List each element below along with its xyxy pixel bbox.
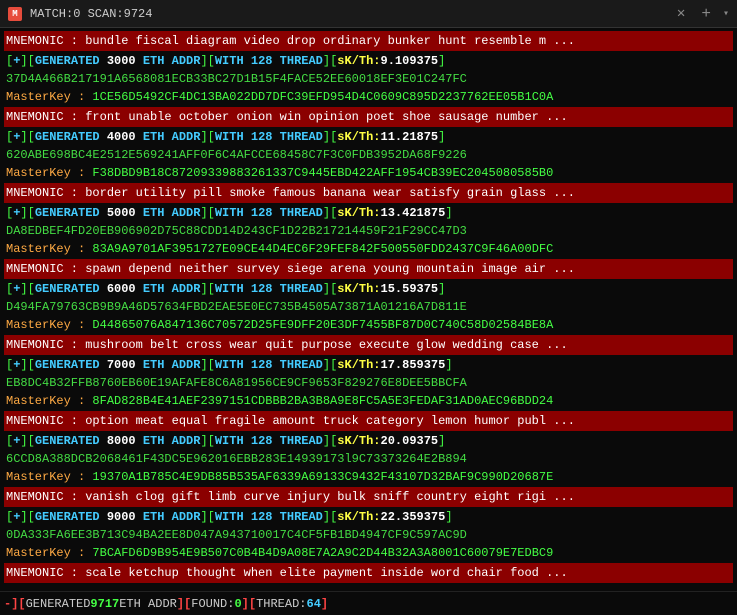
mnemonic-text-7: MNEMONIC : vanish clog gift limb curve i… <box>6 490 575 504</box>
title-text: MATCH:0 SCAN:9724 <box>30 7 665 21</box>
statusbar: -][ GENERATED 9717 ETH ADDR ][FOUND:0][T… <box>0 591 737 615</box>
hash-line-5: EB8DC4B32FFB8760EB60E19AFAFE8C6A81956CE9… <box>4 374 733 392</box>
hash-line-6: 6CCD8A388DCB2068461F43DC5E962016EBB283E1… <box>4 450 733 468</box>
mnemonic-line-7: MNEMONIC : vanish clog gift limb curve i… <box>4 487 733 507</box>
hash-line-7: 0DA333FA6EE3B713C94BA2EE8D047A943710017C… <box>4 526 733 544</box>
mnemonic-line-6: MNEMONIC : option meat equal fragile amo… <box>4 411 733 431</box>
new-tab-button[interactable]: + <box>697 5 715 23</box>
masterkey-val-7: 7BCAFD6D9B954E9B507C0B4B4D9A08E7A2A9C2D4… <box>92 546 553 560</box>
mnemonic-line-1: MNEMONIC : bundle fiscal diagram video d… <box>4 31 733 51</box>
mnemonic-line-3: MNEMONIC : border utility pill smoke fam… <box>4 183 733 203</box>
hash-text-7: 0DA333FA6EE3B713C94BA2EE8D047A943710017C… <box>6 528 467 542</box>
hash-text-3: DA8EDBEF4FD20EB906902D75C88CDD14D243CF1D… <box>6 224 467 238</box>
masterkey-val-4: D44865076A847136C70572D25FE9DFF20E3DF745… <box>92 318 553 332</box>
mnemonic-text-4: MNEMONIC : spawn depend neither survey s… <box>6 262 575 276</box>
hash-text-2: 620ABE698BC4E2512E569241AFF0F6C4AFCCE684… <box>6 148 467 162</box>
masterkey-line-5: MasterKey : 8FAD828B4E41AEF2397151CDBBB2… <box>4 392 733 410</box>
masterkey-line-4: MasterKey : D44865076A847136C70572D25FE9… <box>4 316 733 334</box>
mnemonic-line-5: MNEMONIC : mushroom belt cross wear quit… <box>4 335 733 355</box>
masterkey-val-5: 8FAD828B4E41AEF2397151CDBBB2BA3B8A9E8FC5… <box>92 394 553 408</box>
hash-text-5: EB8DC4B32FFB8760EB60E19AFAFE8C6A81956CE9… <box>6 376 467 390</box>
masterkey-val-3: 83A9A9701AF3951727E09CE44D4EC6F29FEF842F… <box>92 242 553 256</box>
hash-text-6: 6CCD8A388DCB2068461F43DC5E962016EBB283E1… <box>6 452 467 466</box>
masterkey-val-6: 19370A1B785C4E9DB85B535AF6339A69133C9432… <box>92 470 553 484</box>
hash-line-2: 620ABE698BC4E2512E569241AFF0F6C4AFCCE684… <box>4 146 733 164</box>
masterkey-line-1: MasterKey : 1CE56D5492CF4DC13BA022DD7DFC… <box>4 88 733 106</box>
titlebar: M MATCH:0 SCAN:9724 ✕ + ▾ <box>0 0 737 28</box>
masterkey-val-2: F38DBD9B18C87209339883261337C9445EBD422A… <box>92 166 553 180</box>
hash-line-3: DA8EDBEF4FD20EB906902D75C88CDD14D243CF1D… <box>4 222 733 240</box>
close-button[interactable]: ✕ <box>673 5 689 22</box>
masterkey-val-1: 1CE56D5492CF4DC13BA022DD7DFC39EFD954D4C0… <box>92 90 553 104</box>
masterkey-line-3: MasterKey : 83A9A9701AF3951727E09CE44D4E… <box>4 240 733 258</box>
mnemonic-text-2: MNEMONIC : front unable october onion wi… <box>6 110 568 124</box>
generated-line-7: [+][GENERATED 9000 ETH ADDR][WITH 128 TH… <box>4 508 733 526</box>
hash-line-1: 37D4A466B217191A6568081ECB33BC27D1B15F4F… <box>4 70 733 88</box>
generated-line-4: [+][GENERATED 6000 ETH ADDR][WITH 128 TH… <box>4 280 733 298</box>
mnemonic-line-4: MNEMONIC : spawn depend neither survey s… <box>4 259 733 279</box>
mnemonic-text-3: MNEMONIC : border utility pill smoke fam… <box>6 186 575 200</box>
mnemonic-line-8: MNEMONIC : scale ketchup thought when el… <box>4 563 733 583</box>
mnemonic-text-5: MNEMONIC : mushroom belt cross wear quit… <box>6 338 568 352</box>
generated-line-2: [+][GENERATED 4000 ETH ADDR][WITH 128 TH… <box>4 128 733 146</box>
mnemonic-text-6: MNEMONIC : option meat equal fragile amo… <box>6 414 575 428</box>
generated-line-3: [+][GENERATED 5000 ETH ADDR][WITH 128 TH… <box>4 204 733 222</box>
masterkey-line-7: MasterKey : 7BCAFD6D9B954E9B507C0B4B4D9A… <box>4 544 733 562</box>
mnemonic-text-1: MNEMONIC : bundle fiscal diagram video d… <box>6 34 575 48</box>
app-icon: M <box>8 7 22 21</box>
hash-line-4: D494FA79763CB9B9A46D57634FBD2EAE5E0EC735… <box>4 298 733 316</box>
hash-text-1: 37D4A466B217191A6568081ECB33BC27D1B15F4F… <box>6 72 467 86</box>
mnemonic-text-8: MNEMONIC : scale ketchup thought when el… <box>6 566 568 580</box>
content-area: MNEMONIC : bundle fiscal diagram video d… <box>0 28 737 591</box>
generated-line-5: [+][GENERATED 7000 ETH ADDR][WITH 128 TH… <box>4 356 733 374</box>
masterkey-line-2: MasterKey : F38DBD9B18C87209339883261337… <box>4 164 733 182</box>
masterkey-line-6: MasterKey : 19370A1B785C4E9DB85B535AF633… <box>4 468 733 486</box>
dropdown-button[interactable]: ▾ <box>723 8 729 20</box>
hash-text-4: D494FA79763CB9B9A46D57634FBD2EAE5E0EC735… <box>6 300 467 314</box>
generated-line-1: [+][GENERATED 3000 ETH ADDR][WITH 128 TH… <box>4 52 733 70</box>
generated-line-6: [+][GENERATED 8000 ETH ADDR][WITH 128 TH… <box>4 432 733 450</box>
mnemonic-line-2: MNEMONIC : front unable october onion wi… <box>4 107 733 127</box>
